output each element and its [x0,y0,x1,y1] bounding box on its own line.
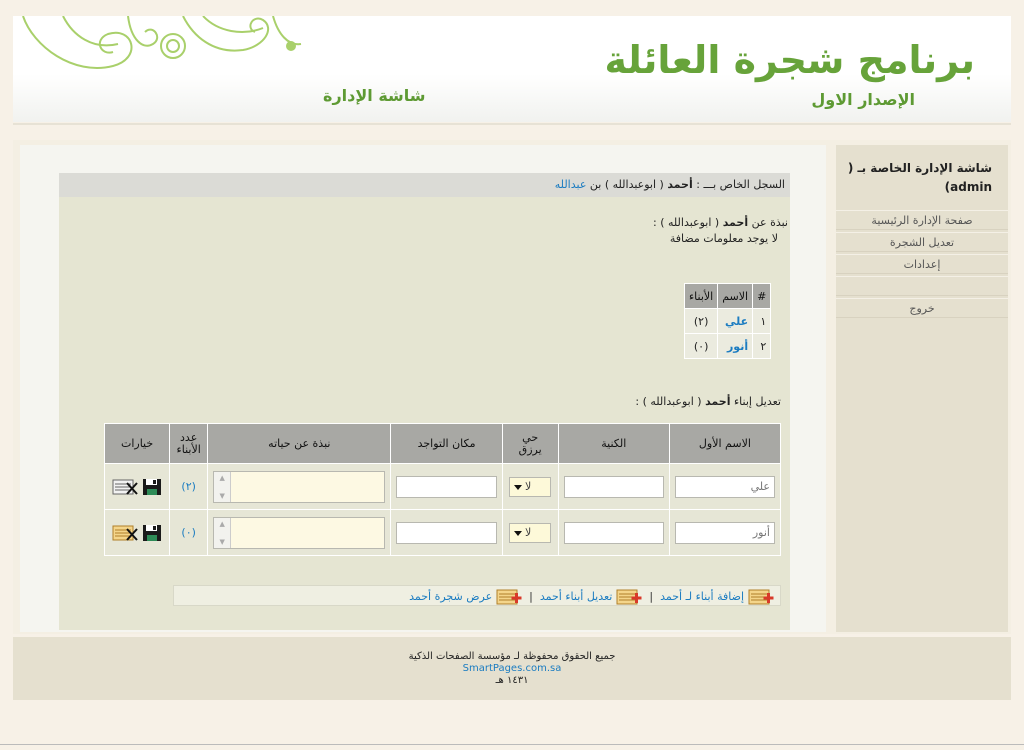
view-tree-link[interactable]: عرض شجرة أحمد [409,590,492,603]
sidebar: شاشة الإدارة الخاصة بـ ( admin) صفحة الإ… [836,145,1008,632]
father-link[interactable]: عبدالله [555,178,587,191]
col-number: # [752,283,772,309]
separator: | [529,590,533,603]
scrollbar[interactable]: ▲ ▼ [214,471,232,502]
row-number: ١ [752,308,772,334]
location-input[interactable] [396,521,497,544]
record-prefix: السجل الخاص بـــ : [696,178,785,191]
col-children: الأبناء [683,283,719,309]
edit-children-table: الاسم الأول الكنية حي يرزق مكان التواجد … [103,423,782,556]
child-name-link[interactable]: علي [725,315,748,328]
about-label: نبذة عن [751,216,788,229]
decorative-swirl-icon [22,16,302,69]
record-nickname: ( ابوعبدالله ) [604,178,664,191]
children-table: # الاسم الأبناء ١ علي (٢) ٢ أنور (٠) [683,283,772,359]
table-row: ٢ أنور (٠) [683,333,772,359]
about-name: أحمد [722,216,749,229]
table-row: أنور لا ▲ ▼ (٠) [103,509,782,556]
col-location: مكان التواجد [390,423,503,464]
record-name: أحمد [667,178,693,191]
page-footer: جميع الحقوق محفوظة لـ مؤسسة الصفحات الذك… [13,637,1011,700]
col-name: الاسم [717,283,754,309]
edit-label: تعديل إبناء [734,395,781,408]
version-label: الإصدار الاول [811,90,915,109]
footer-year: ١٤٣١ هـ [495,675,529,686]
sidebar-item-admin-home[interactable]: صفحة الإدارة الرئيسية [836,210,1008,230]
edit-table-header: الاسم الأول الكنية حي يرزق مكان التواجد … [103,423,782,464]
chevron-down-icon [514,484,523,490]
table-row: ١ علي (٢) [683,308,772,334]
record-son-of: بن [589,178,602,191]
page-header: برنامج شجرة العائلة الإصدار الاول شاشة ا… [13,16,1011,122]
scroll-down-icon: ▼ [219,491,225,500]
child-name-link[interactable]: أنور [727,340,748,353]
add-list-icon [748,589,774,604]
kunya-input[interactable] [563,521,664,544]
bottom-divider [0,744,1024,745]
bio-textarea[interactable]: ▲ ▼ [213,470,386,503]
scroll-up-icon: ▲ [219,473,225,482]
col-first-name: الاسم الأول [668,423,782,464]
children-table-header: # الاسم الأبناء [683,283,772,309]
col-kunya: الكنية [557,423,670,464]
first-name-input[interactable]: علي [674,475,775,498]
kids-count-link[interactable]: (٢) [181,480,196,493]
edit-list-icon[interactable] [112,478,138,496]
sidebar-title: شاشة الإدارة الخاصة بـ ( admin) [847,161,992,194]
add-list-icon [616,589,642,604]
add-list-icon [496,589,522,604]
about-nickname: ( ابوعبدالله ) : [653,216,720,229]
about-section: نبذة عن أحمد ( ابوعبدالله ) : لا يوجد مع… [653,215,788,247]
floppy-disk-icon[interactable] [142,524,162,542]
record-title-bar: السجل الخاص بـــ : أحمد ( ابوعبدالله ) ب… [59,173,790,197]
edit-children-link[interactable]: تعديل أبناء أحمد [540,590,612,603]
col-bio: نبذة عن حياته [207,423,392,464]
edit-list-icon[interactable] [112,524,138,542]
location-input[interactable] [396,475,497,498]
about-text: لا يوجد معلومات مضافة [669,232,778,245]
child-count: (٠) [683,333,719,359]
col-alive: حي يرزق [501,423,559,464]
edit-children-title: تعديل إبناء أحمد ( ابوعبدالله ) : [635,395,781,408]
bio-text [231,518,384,548]
bio-textarea[interactable]: ▲ ▼ [213,516,386,549]
edit-name: أحمد [705,395,731,408]
separator: | [649,590,654,603]
floppy-disk-icon[interactable] [142,478,162,496]
chevron-down-icon [514,530,523,536]
scroll-up-icon: ▲ [219,519,225,528]
actions-bar: إضافة أبناء لـ أحمد | تعديل أبناء أحمد |… [173,585,781,606]
alive-select[interactable]: لا [509,522,552,543]
child-count: (٢) [683,308,719,334]
sidebar-item-logout[interactable]: خروج [836,298,1008,318]
kids-count-link[interactable]: (٠) [181,526,196,539]
table-row: علي لا ▲ ▼ (٢) [103,463,782,510]
scrollbar[interactable]: ▲ ▼ [214,517,232,548]
col-kids-count: عدد الأبناء [169,423,209,464]
screen-name: شاشة الإدارة [323,86,426,105]
sidebar-item-edit-tree[interactable]: تعديل الشجرة [836,232,1008,252]
kunya-input[interactable] [563,475,664,498]
alive-select-value: لا [525,525,532,539]
smartpages-link[interactable]: SmartPages.com.sa [463,663,562,674]
header-divider [13,123,1011,125]
app-title: برنامج شجرة العائلة [604,38,975,82]
first-name-input[interactable]: أنور [674,521,775,544]
col-options: خيارات [103,423,171,464]
sidebar-item-empty [836,276,1008,296]
alive-select-value: لا [525,479,532,493]
row-number: ٢ [752,333,772,359]
edit-nickname: ( ابوعبدالله ) : [635,395,702,408]
scroll-down-icon: ▼ [219,537,225,546]
add-children-link[interactable]: إضافة أبناء لـ أحمد [660,590,744,603]
alive-select[interactable]: لا [509,476,552,497]
sidebar-item-settings[interactable]: إعدادات [836,254,1008,274]
bio-text [231,472,384,502]
copyright-text: جميع الحقوق محفوظة لـ مؤسسة الصفحات الذك… [408,651,616,662]
